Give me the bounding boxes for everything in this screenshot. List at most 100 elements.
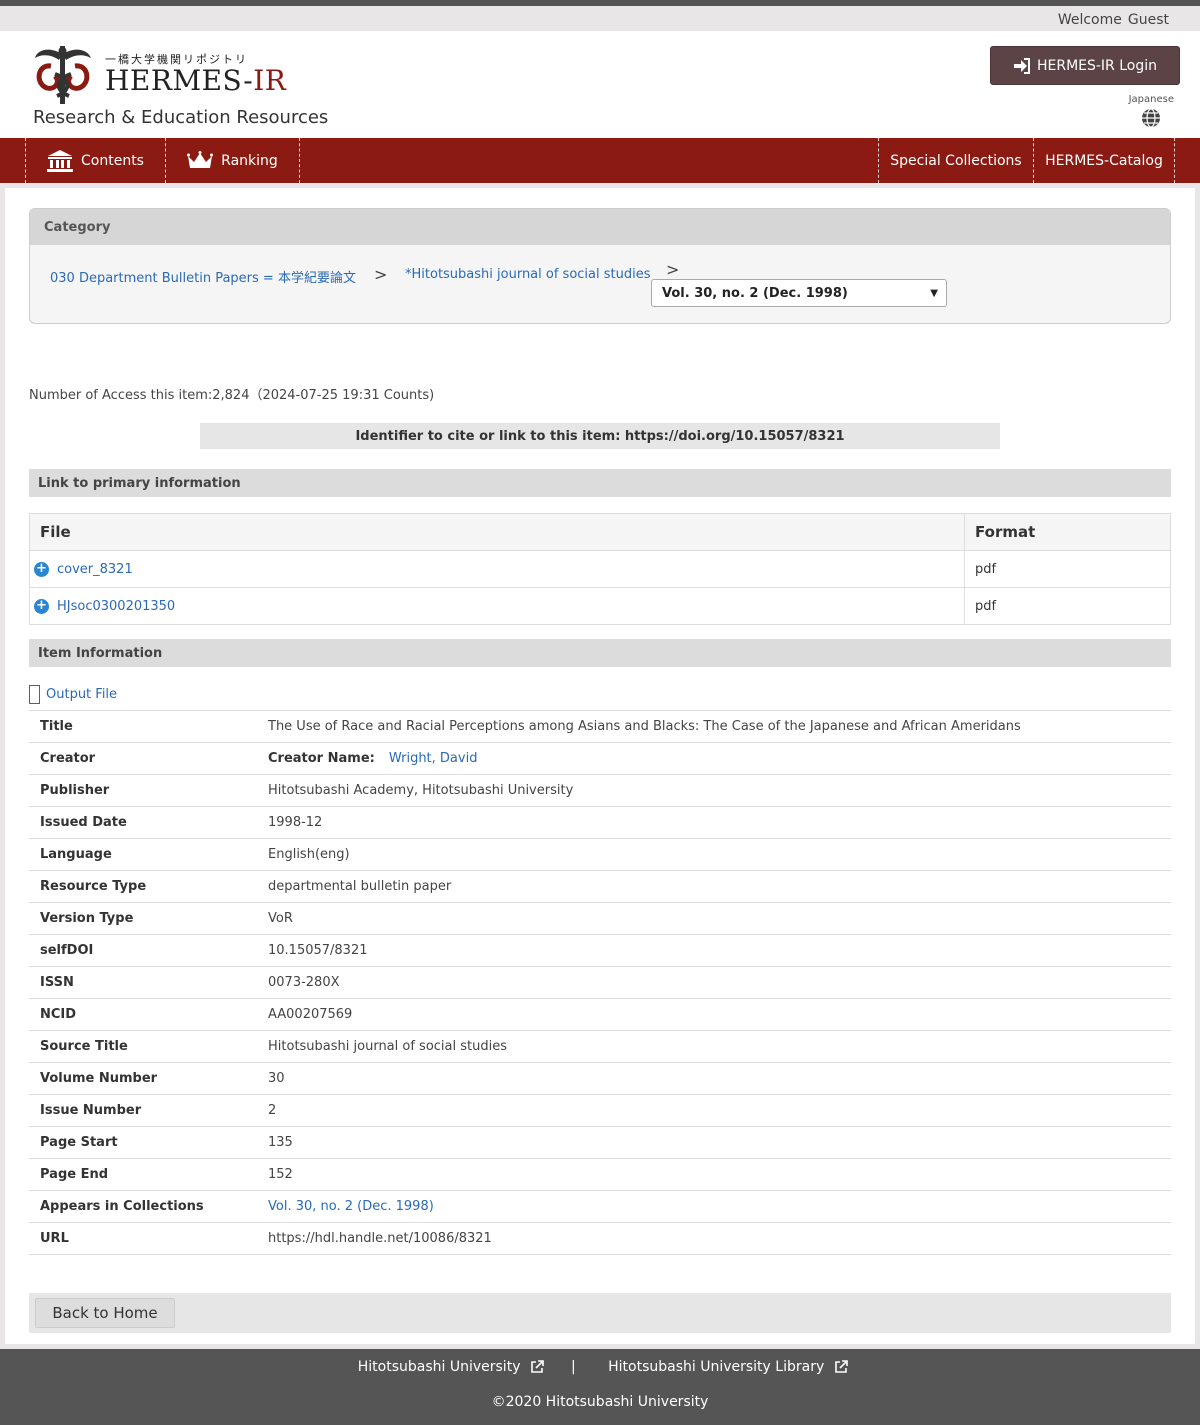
logo-wordmark: HERMES-IR [105,64,286,97]
footer-divider: | [570,1359,576,1375]
site-footer: Hitotsubashi University | Hitotsubashi U… [0,1349,1200,1425]
table-row: Creator Creator Name: Wright, David [29,742,1171,775]
breadcrumb-journal[interactable]: *Hitotsubashi journal of social studies [405,267,651,282]
file-column-header: File [29,513,965,551]
nav-special-collections-label: Special Collections [890,152,1022,169]
nav-ranking[interactable]: Ranking [166,138,300,183]
primary-info-heading: Link to primary information [29,469,1171,497]
logo-wordmark-accent: IR [253,64,287,97]
back-to-home-button[interactable]: Back to Home [35,1298,175,1328]
table-row: Page Start 135 [29,1126,1171,1159]
info-key: Issue Number [29,1094,257,1127]
table-row: Version Type VoR [29,902,1171,935]
info-key: Creator [29,742,257,775]
nav-hermes-catalog[interactable]: HERMES-Catalog [1034,138,1175,183]
table-row: Language English(eng) [29,838,1171,871]
info-key: Title [29,710,257,743]
nav-hermes-catalog-label: HERMES-Catalog [1045,152,1163,169]
file-table: File Format + cover_8321 pdf + HJsoc030020… [29,513,1171,625]
user-name: Guest [1127,12,1169,28]
info-value: Hitotsubashi Academy, Hitotsubashi Unive… [257,774,1171,807]
footer-link-university-label: Hitotsubashi University [357,1359,521,1375]
info-value: Creator Name: Wright, David [257,742,1171,775]
table-row: + cover_8321 pdf [29,550,1171,588]
table-row: ISSN 0073-280X [29,966,1171,999]
back-to-home-label: Back to Home [52,1304,158,1322]
nav-special-collections[interactable]: Special Collections [878,138,1034,183]
format-column-header: Format [964,513,1171,551]
table-row: Appears in Collections Vol. 30, no. 2 (De… [29,1190,1171,1223]
breadcrumb-separator: > [374,265,388,284]
main-nav: Contents Ranking Special Collections HER… [0,138,1200,183]
info-key: Language [29,838,257,871]
info-value: 1998-12 [257,806,1171,839]
expand-plus-icon[interactable]: + [34,598,49,614]
info-key: Publisher [29,774,257,807]
info-value: VoR [257,902,1171,935]
expand-plus-icon[interactable]: + [34,561,49,577]
info-value: 135 [257,1126,1171,1159]
library-building-icon [47,149,73,172]
footer-link-university[interactable]: Hitotsubashi University [352,1359,545,1375]
table-row: Publisher Hitotsubashi Academy, Hitotsuba… [29,774,1171,807]
footer-link-library-label: Hitotsubashi University Library [608,1359,825,1375]
item-info-table: Title The Use of Race and Racial Percepti… [29,710,1171,1255]
footer-copyright: ©2020 Hitotsubashi University [491,1394,709,1410]
info-value: The Use of Race and Racial Perceptions a… [257,710,1171,743]
creator-link[interactable]: Wright, David [389,751,478,766]
nav-contents-label: Contents [81,152,144,169]
welcome-text: Welcome [1057,12,1122,28]
category-panel: Category 030 Department Bulletin Papers … [29,208,1171,324]
file-link[interactable]: cover_8321 [57,562,133,577]
external-link-icon [531,1360,545,1373]
item-info-heading: Item Information [29,639,1171,667]
login-button[interactable]: HERMES-IR Login [990,46,1180,85]
breadcrumb-department-bulletin[interactable]: 030 Department Bulletin Papers = 本学紀要論文 [50,267,356,286]
file-link[interactable]: HJsoc0300201350 [57,599,175,614]
file-table-header: File Format [29,513,1171,551]
table-row: URL https://hdl.handle.net/10086/8321 [29,1222,1171,1255]
collection-link[interactable]: Vol. 30, no. 2 (Dec. 1998) [268,1199,434,1214]
nav-ranking-label: Ranking [221,152,278,169]
file-cell: + HJsoc0300201350 [29,587,965,625]
footer-link-library[interactable]: Hitotsubashi University Library [602,1359,849,1375]
info-value: 30 [257,1062,1171,1095]
access-count: Number of Access this item:2,824（2024-07… [29,388,435,403]
sign-in-icon [1013,57,1030,74]
creator-name-label: Creator Name: [268,751,375,766]
table-row: Issued Date 1998-12 [29,806,1171,839]
info-value: departmental bulletin paper [257,870,1171,903]
info-key: Page End [29,1158,257,1191]
language-switcher[interactable]: Japanese [1129,94,1174,128]
chevron-down-icon: ▼ [930,288,938,299]
format-cell: pdf [964,587,1171,625]
info-value: English(eng) [257,838,1171,871]
info-key: Appears in Collections [29,1190,257,1223]
file-icon [29,685,40,704]
volume-select-value: Vol. 30, no. 2 (Dec. 1998) [662,286,848,301]
info-value: 0073-280X [257,966,1171,999]
info-value: 10.15057/8321 [257,934,1171,967]
info-key: selfDOI [29,934,257,967]
info-key: Source Title [29,1030,257,1063]
output-file-link[interactable]: Output File [29,685,117,704]
main-content: Category 030 Department Bulletin Papers … [5,188,1195,1344]
table-row: Source Title Hitotsubashi journal of soci… [29,1030,1171,1063]
globe-icon [1142,108,1161,128]
info-value: Hitotsubashi journal of social studies [257,1030,1171,1063]
volume-select[interactable]: Vol. 30, no. 2 (Dec. 1998) ▼ [651,279,947,307]
nav-contents[interactable]: Contents [25,138,166,183]
table-row: Page End 152 [29,1158,1171,1191]
logo-wordmark-main: HERMES- [105,64,254,97]
info-key: Page Start [29,1126,257,1159]
crown-icon [187,150,214,168]
info-key: Volume Number [29,1062,257,1095]
breadcrumb-separator: > [666,260,680,279]
info-key: ISSN [29,966,257,999]
table-row: Title The Use of Race and Racial Percepti… [29,710,1171,743]
external-link-icon [835,1360,849,1373]
info-key: Version Type [29,902,257,935]
site-header: 一橋大学機関リポジトリ HERMES-IR Research & Educati… [0,31,1200,138]
info-key: URL [29,1222,257,1255]
back-bar: Back to Home [29,1293,1171,1333]
